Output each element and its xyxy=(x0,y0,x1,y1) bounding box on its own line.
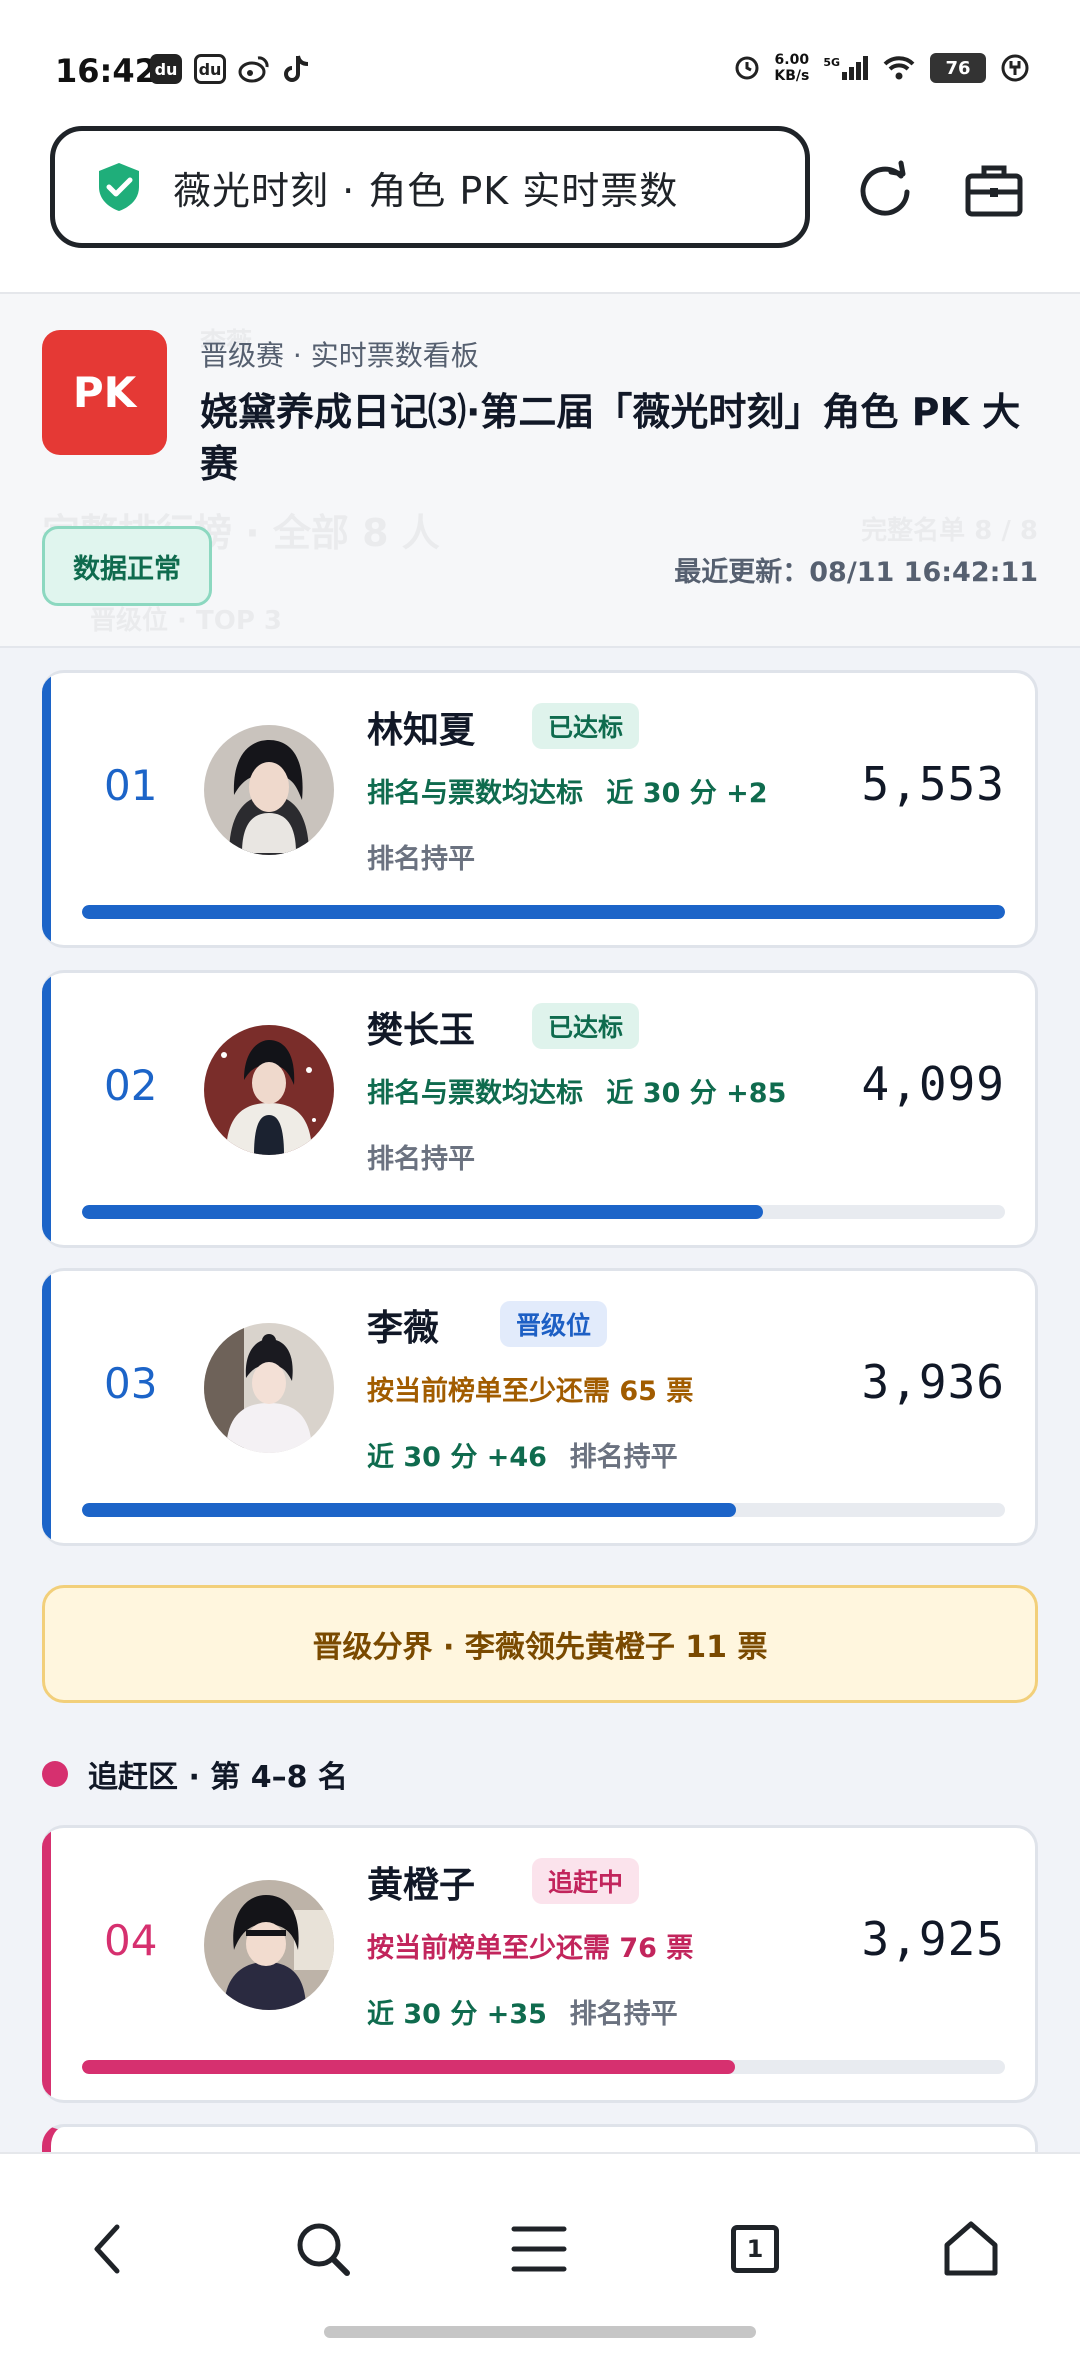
rank-number: 01 xyxy=(104,761,158,810)
browser-toolbar: 薇光时刻 · 角色 PK 实时票数 xyxy=(0,120,1080,294)
tabs-count-icon: 1 xyxy=(731,2225,779,2273)
progress-bar xyxy=(82,1205,1005,1219)
charging-icon xyxy=(1001,54,1029,82)
candidate-name: 李薇 xyxy=(367,1308,440,1349)
rank-trend: 排名持平 xyxy=(569,1442,678,1473)
last-updated: 最近更新：08/11 16:42:11 xyxy=(674,557,1038,588)
data-status-badge: 数据正常 xyxy=(42,526,212,606)
status-badge: 追赶中 xyxy=(532,1858,640,1904)
recent-change: 近 30 分 +35 xyxy=(367,1999,547,2030)
progress-bar xyxy=(82,2060,1005,2074)
home-indicator[interactable] xyxy=(324,2326,756,2338)
net-speed: 6.00 KB/s xyxy=(774,52,809,84)
page-title: 娆黛养成日记⑶·第二届「薇光时刻」角色 PK 大赛 xyxy=(200,390,1021,486)
avatar xyxy=(204,1025,334,1155)
ghost-text: 完整名单 8 / 8 xyxy=(861,516,1038,546)
candidate-card[interactable]: 04 黄橙子 追赶中 按当前榜单至少还需 76 票 近 30 分 +35 排名持… xyxy=(42,1825,1038,2103)
vote-count: 3,936 xyxy=(861,1355,1005,1409)
votes-needed: 按当前榜单至少还需 76 票 xyxy=(367,1933,694,1964)
progress-bar-fill xyxy=(82,1503,737,1517)
wifi-icon xyxy=(883,56,915,80)
back-button[interactable] xyxy=(72,2214,142,2284)
status-badge: 已达标 xyxy=(532,1003,640,1049)
weibo-icon xyxy=(238,54,270,84)
status-note: 排名与票数均达标 xyxy=(367,1078,583,1109)
menu-button[interactable] xyxy=(504,2214,574,2284)
status-app-icons: du du xyxy=(150,54,314,84)
search-icon xyxy=(297,2223,350,2276)
alarm-icon xyxy=(735,56,759,80)
candidate-card[interactable]: 01 林知夏 已达标 排名与票数均达标 近 30 分 +2 排名持平 5,553 xyxy=(42,670,1038,948)
recent-change: 近 30 分 +2 xyxy=(606,778,768,809)
page-header: 李薇 完整排行榜 · 全部 8 人 完整名单 8 / 8 晋级位 · TOP 3… xyxy=(0,294,1080,648)
rank-trend: 排名持平 xyxy=(367,844,475,875)
promotion-boundary-banner: 晋级分界 · 李薇领先黄橙子 11 票 xyxy=(42,1585,1038,1703)
rank-trend-line: 近 30 分 +35 排名持平 xyxy=(367,1992,678,2031)
rank-trend-line: 排名持平 xyxy=(367,837,475,876)
home-icon xyxy=(944,2221,998,2276)
rank-trend-line: 近 30 分 +46 排名持平 xyxy=(367,1435,678,1474)
status-badge: 晋级位 xyxy=(500,1301,608,1347)
candidate-name: 黄橙子 xyxy=(367,1865,476,1906)
status-line: 排名与票数均达标 近 30 分 +2 xyxy=(367,771,768,810)
tiktok-icon xyxy=(282,54,314,84)
avatar xyxy=(204,725,334,855)
recent-change: 近 30 分 +85 xyxy=(606,1078,787,1109)
status-note: 排名与票数均达标 xyxy=(367,778,583,809)
rank-number: 03 xyxy=(104,1359,158,1408)
candidate-name: 樊长玉 xyxy=(367,1010,476,1051)
rank-trend: 排名持平 xyxy=(569,1999,678,2030)
tab-count: 1 xyxy=(746,2235,764,2263)
home-button[interactable] xyxy=(936,2214,1006,2284)
rank-number: 02 xyxy=(104,1061,158,1110)
section-dot-icon xyxy=(42,1761,68,1787)
rank-number: 04 xyxy=(104,1916,158,1965)
avatar xyxy=(204,1880,334,2010)
address-bar[interactable]: 薇光时刻 · 角色 PK 实时票数 xyxy=(50,126,810,248)
search-button[interactable] xyxy=(288,2214,358,2284)
chevron-left-icon xyxy=(94,2224,120,2274)
status-bar: 16:42 du du 6.00 KB/s 5G 76 xyxy=(0,0,1080,120)
section-title: 追赶区 · 第 4–8 名 xyxy=(42,1752,348,1796)
progress-bar xyxy=(82,905,1005,919)
status-line: 按当前榜单至少还需 65 票 xyxy=(367,1369,693,1408)
pk-logo: PK xyxy=(42,330,167,455)
status-time: 16:42 xyxy=(55,52,157,90)
net-speed-value: 6.00 xyxy=(774,52,810,68)
recent-change: 近 30 分 +46 xyxy=(367,1442,547,1473)
status-line: 按当前榜单至少还需 76 票 xyxy=(367,1926,693,1965)
tabs-button[interactable]: 1 xyxy=(720,2214,790,2284)
progress-bar-fill xyxy=(82,2060,735,2074)
vote-count: 3,925 xyxy=(861,1912,1005,1966)
signal-icon: 5G xyxy=(823,56,868,80)
status-right: 6.00 KB/s 5G 76 xyxy=(734,52,1030,84)
vote-count: 4,099 xyxy=(861,1057,1005,1111)
battery-icon: 76 xyxy=(930,53,986,83)
du-app-icon: du xyxy=(150,54,182,84)
vote-count: 5,553 xyxy=(861,757,1005,811)
candidate-name: 林知夏 xyxy=(367,710,476,751)
menu-icon xyxy=(511,2226,567,2272)
du-app-icon-2: du xyxy=(194,54,226,84)
progress-bar-fill xyxy=(82,905,1005,919)
rank-trend: 排名持平 xyxy=(367,1144,475,1175)
address-bar-title: 薇光时刻 · 角色 PK 实时票数 xyxy=(173,168,679,213)
net-speed-unit: KB/s xyxy=(774,68,810,84)
network-type: 5G xyxy=(823,56,840,69)
status-badge: 已达标 xyxy=(532,703,640,749)
progress-bar-fill xyxy=(82,1205,764,1219)
progress-bar xyxy=(82,1503,1005,1517)
shield-check-icon xyxy=(99,163,139,211)
status-line: 排名与票数均达标 近 30 分 +85 xyxy=(367,1071,786,1110)
toolbox-icon[interactable] xyxy=(964,160,1024,220)
rank-trend-line: 排名持平 xyxy=(367,1137,475,1176)
page-subtitle: 晋级赛 · 实时票数看板 xyxy=(200,339,479,372)
candidate-card[interactable]: 03 李薇 晋级位 按当前榜单至少还需 65 票 近 30 分 +46 排名持平… xyxy=(42,1268,1038,1546)
votes-needed: 按当前榜单至少还需 65 票 xyxy=(367,1376,694,1407)
avatar xyxy=(204,1323,334,1453)
candidate-card[interactable]: 02 樊长玉 已达标 排名与票数均达标 近 30 分 +85 排名持平 4,09… xyxy=(42,970,1038,1248)
section-title-text: 追赶区 · 第 4–8 名 xyxy=(88,1760,348,1795)
refresh-icon[interactable] xyxy=(855,160,915,220)
